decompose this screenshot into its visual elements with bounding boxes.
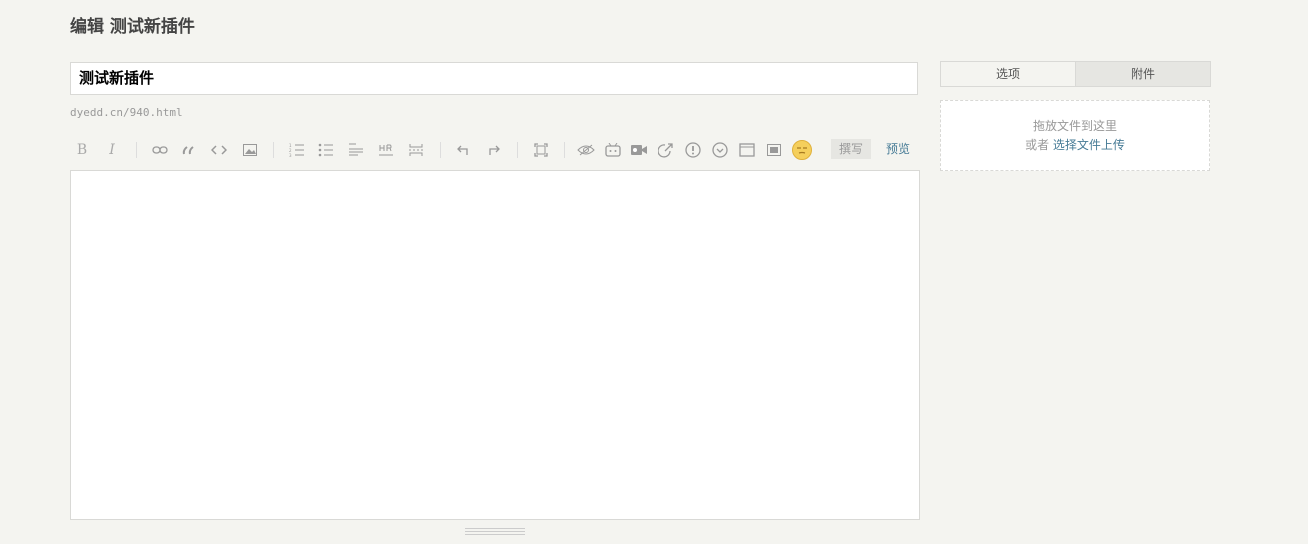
emoji-face-icon [792,140,812,160]
external-link-icon[interactable] [654,138,678,162]
upload-hint: 拖放文件到这里 [1032,119,1117,133]
code-icon[interactable] [207,138,231,162]
bilibili-icon[interactable] [601,138,625,162]
toolbar-separator [440,142,441,158]
hr-icon[interactable] [374,138,398,162]
alert-icon[interactable] [681,138,705,162]
bold-label: B [76,142,88,158]
unordered-list-icon[interactable] [314,138,338,162]
quote-icon[interactable] [177,138,201,162]
italic-icon[interactable]: I [100,138,124,162]
editor-resize-handle[interactable] [465,528,525,535]
write-mode-button[interactable]: 撰写 [831,139,872,159]
markdown-editor-textarea[interactable] [70,170,920,520]
emoji-icon[interactable] [790,138,814,162]
tab-options[interactable]: 选项 [941,62,1076,86]
toolbar-separator [273,142,274,158]
svg-text:3: 3 [289,153,292,157]
italic-label: I [109,142,115,158]
image-icon[interactable] [238,138,262,162]
hide-icon[interactable] [574,138,598,162]
ordered-list-icon[interactable]: 123 [285,138,309,162]
toolbar-separator [136,142,137,158]
page-title: 编辑 测试新插件 [70,17,195,37]
post-permalink[interactable]: dyedd.cn/940.html [70,106,183,119]
upload-dropzone[interactable]: 拖放文件到这里 或者 选择文件上传 [940,100,1210,171]
bold-icon[interactable]: B [70,138,94,162]
link-icon[interactable] [148,138,172,162]
preview-mode-button[interactable]: 预览 [878,139,918,159]
heading-icon[interactable] [344,138,368,162]
fullscreen-icon[interactable] [529,138,553,162]
post-title-input[interactable]: 测试新插件 [70,62,918,95]
upload-or-label: 或者 [1025,138,1050,152]
card-icon[interactable] [735,138,759,162]
gallery-icon[interactable] [762,138,786,162]
editor-toolbar: B I 123 撰写 预览 [70,136,920,164]
video-icon[interactable] [627,138,651,162]
redo-icon[interactable] [481,138,505,162]
collapse-icon[interactable] [708,138,732,162]
sidebar-tabs: 选项 附件 [940,61,1211,87]
undo-icon[interactable] [452,138,476,162]
toolbar-separator [517,142,518,158]
tab-attachments[interactable]: 附件 [1076,62,1210,86]
more-icon[interactable] [404,138,428,162]
select-file-upload-link[interactable]: 选择文件上传 [1053,138,1125,152]
toolbar-separator [564,142,565,158]
